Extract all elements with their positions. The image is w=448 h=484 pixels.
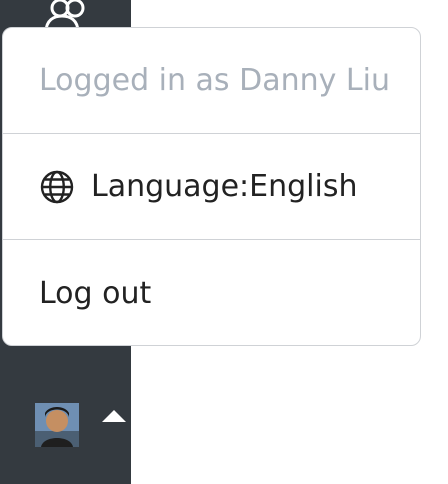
language-label: Language:English xyxy=(91,169,358,204)
language-menu-item[interactable]: Language:English xyxy=(3,134,420,240)
logout-menu-item[interactable]: Log out xyxy=(3,240,420,345)
user-dropdown-menu: Logged in as Danny Liu Language:English … xyxy=(2,27,421,346)
logged-in-label: Logged in as Danny Liu xyxy=(3,28,420,134)
globe-icon xyxy=(40,170,74,203)
user-avatar[interactable] xyxy=(35,403,79,447)
avatar-image xyxy=(35,403,79,447)
caret-up-icon[interactable] xyxy=(102,410,126,422)
